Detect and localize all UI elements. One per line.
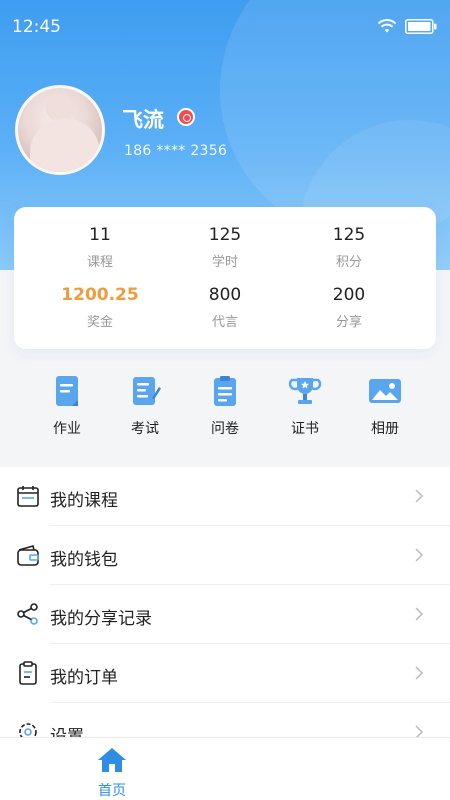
quick-action-label: 考试 — [131, 421, 159, 437]
chevron-right-icon — [415, 548, 424, 562]
vip-badge-icon — [177, 108, 195, 126]
stat-endorsement[interactable]: 800 代言 — [165, 285, 285, 330]
menu-item-label: 我的课程 — [50, 491, 118, 511]
quick-action-label: 相册 — [371, 421, 399, 437]
home-icon — [98, 748, 126, 772]
menu-item-label: 我的分享记录 — [50, 609, 152, 629]
menu-item-label: 设置 — [50, 727, 84, 737]
tab-home[interactable]: 首页 — [82, 746, 142, 800]
settings-icon — [19, 723, 37, 737]
quick-action-label: 证书 — [291, 421, 319, 437]
quick-action-label: 作业 — [53, 421, 81, 437]
quick-action-exam[interactable]: 考试 — [110, 376, 180, 438]
phone-number: 186 **** 2356 — [124, 143, 228, 159]
menu-list: 我的课程 我的钱包 我的分享记录 我的订单 设置 — [0, 467, 450, 737]
certificate-icon — [288, 378, 322, 404]
wifi-icon — [377, 19, 397, 33]
album-icon — [369, 379, 401, 403]
wallet-icon — [17, 545, 39, 566]
menu-item-my-orders[interactable]: 我的订单 — [0, 644, 450, 703]
battery-icon — [405, 19, 437, 34]
stat-label: 学时 — [211, 255, 238, 270]
stats-card: 11 课程 125 学时 125 积分 1200.25 奖金 800 代言 20… — [14, 207, 436, 349]
chevron-right-icon — [415, 725, 424, 737]
quick-action-certificate[interactable]: 证书 — [270, 376, 340, 438]
chevron-right-icon — [415, 666, 424, 680]
menu-item-my-wallet[interactable]: 我的钱包 — [0, 526, 450, 585]
stat-courses[interactable]: 11 课程 — [40, 225, 160, 270]
quick-action-homework[interactable]: 作业 — [32, 376, 102, 438]
menu-item-label: 我的钱包 — [50, 550, 118, 570]
chevron-right-icon — [415, 489, 424, 503]
menu-item-share-records[interactable]: 我的分享记录 — [0, 585, 450, 644]
quick-actions: 作业 考试 问卷 证书 相册 — [0, 370, 450, 450]
homework-icon — [56, 376, 78, 406]
menu-item-my-courses[interactable]: 我的课程 — [0, 467, 450, 526]
quick-action-album[interactable]: 相册 — [350, 376, 420, 438]
stat-shares[interactable]: 200 分享 — [289, 285, 409, 330]
exam-icon — [133, 377, 161, 405]
stat-value: 125 — [208, 225, 242, 245]
stat-label: 分享 — [335, 315, 362, 330]
stat-bonus[interactable]: 1200.25 奖金 — [40, 285, 160, 330]
chevron-right-icon — [415, 607, 424, 621]
stat-value: 800 — [208, 285, 242, 305]
survey-icon — [214, 376, 236, 406]
order-icon — [19, 661, 37, 685]
stat-points[interactable]: 125 积分 — [289, 225, 409, 270]
stat-value: 125 — [332, 225, 366, 245]
stat-label: 代言 — [211, 315, 238, 330]
menu-item-settings[interactable]: 设置 — [0, 703, 450, 737]
share-icon — [17, 603, 38, 625]
stat-value: 200 — [332, 285, 366, 305]
stat-label: 奖金 — [86, 315, 113, 330]
bottom-tab-bar: 首页 — [0, 737, 450, 800]
status-time: 12:45 — [12, 17, 61, 37]
calendar-icon — [17, 486, 39, 507]
quick-action-survey[interactable]: 问卷 — [190, 376, 260, 438]
quick-action-label: 问卷 — [211, 421, 239, 437]
menu-item-label: 我的订单 — [50, 668, 118, 688]
stat-label: 积分 — [335, 255, 362, 270]
status-bar: 12:45 — [0, 0, 450, 52]
avatar-image — [30, 118, 100, 172]
avatar[interactable] — [15, 85, 105, 175]
stat-label: 课程 — [86, 255, 113, 270]
username: 飞流 — [122, 108, 164, 132]
stat-study-hours[interactable]: 125 学时 — [165, 225, 285, 270]
stat-value: 11 — [89, 225, 111, 245]
tab-home-label: 首页 — [98, 783, 126, 799]
section-divider — [0, 457, 450, 467]
stat-value: 1200.25 — [61, 285, 139, 305]
